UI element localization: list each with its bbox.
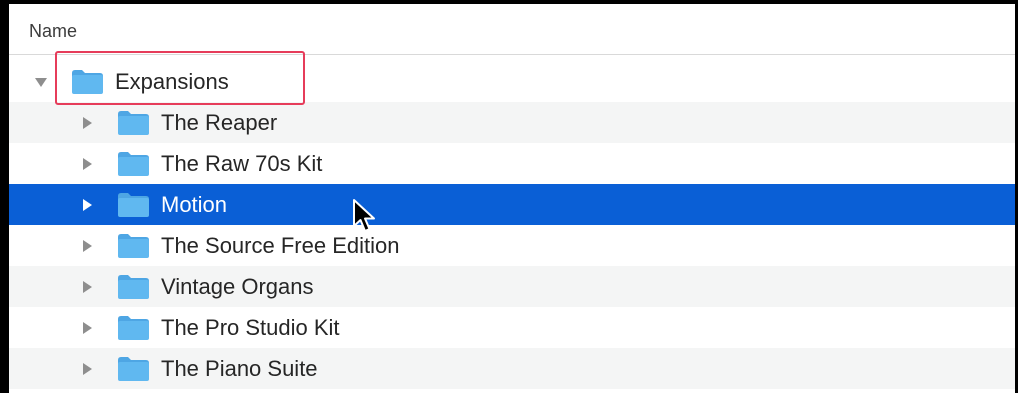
disclosure-triangle-right-icon[interactable] — [80, 362, 94, 376]
folder-icon — [118, 356, 149, 381]
list-item-label: Motion — [161, 191, 228, 217]
list-item-label: The Raw 70s Kit — [161, 150, 323, 176]
folder-icon — [118, 315, 149, 340]
folder-icon — [118, 110, 149, 135]
list-item-label: Expansions — [115, 68, 229, 94]
list-item[interactable]: The Piano Suite — [9, 348, 1015, 389]
list-item-label: The Reaper — [161, 109, 278, 135]
disclosure-triangle-down-icon[interactable] — [34, 75, 48, 89]
column-header-name[interactable]: Name — [29, 21, 77, 42]
folder-icon — [72, 69, 103, 94]
disclosure-triangle-right-icon[interactable] — [80, 198, 94, 212]
list-item-label: The Pro Studio Kit — [161, 314, 340, 340]
disclosure-triangle-right-icon[interactable] — [80, 239, 94, 253]
list-item-label: The Piano Suite — [161, 355, 318, 381]
finder-list-view: Name Expansions The Reaper The Raw 70s Kit… — [9, 4, 1015, 393]
disclosure-triangle-right-icon[interactable] — [80, 157, 94, 171]
list-item[interactable]: The Reaper — [9, 102, 1015, 143]
column-header[interactable]: Name — [9, 4, 1015, 55]
disclosure-triangle-right-icon[interactable] — [80, 321, 94, 335]
list-item[interactable]: Expansions — [9, 61, 1015, 102]
list-item[interactable]: The Pro Studio Kit — [9, 307, 1015, 348]
list-item-label: The Source Free Edition — [161, 232, 400, 258]
list-item[interactable]: Motion — [9, 184, 1015, 225]
folder-icon — [118, 151, 149, 176]
list-item-label: Vintage Organs — [161, 273, 314, 299]
file-list: Expansions The Reaper The Raw 70s Kit Motio… — [9, 61, 1015, 389]
list-item[interactable]: Vintage Organs — [9, 266, 1015, 307]
disclosure-triangle-right-icon[interactable] — [80, 116, 94, 130]
list-item[interactable]: The Raw 70s Kit — [9, 143, 1015, 184]
folder-icon — [118, 274, 149, 299]
folder-icon — [118, 233, 149, 258]
folder-icon — [118, 192, 149, 217]
list-item[interactable]: The Source Free Edition — [9, 225, 1015, 266]
disclosure-triangle-right-icon[interactable] — [80, 280, 94, 294]
